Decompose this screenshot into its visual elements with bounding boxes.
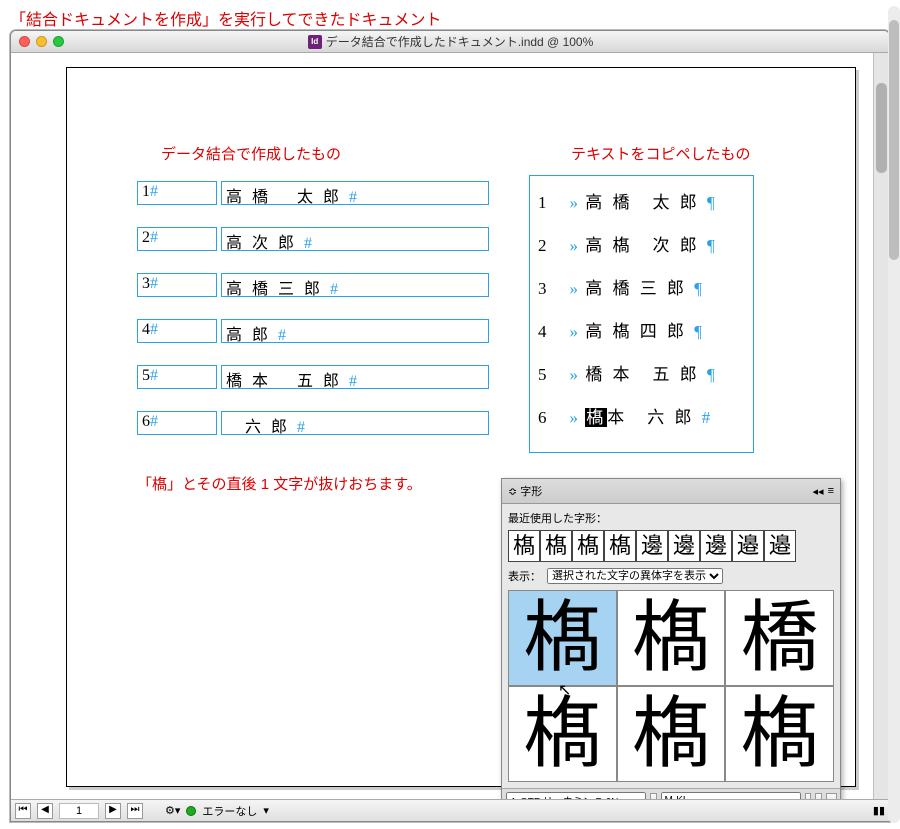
section-title-left: データ結合で作成したもの (161, 143, 341, 164)
merged-column: 1# 高 橋 太 郎 # 2# 高 次 郎 # 3# 高 橋 三 郎 # 4# … (137, 181, 489, 457)
page-next-button[interactable]: ▶ (105, 803, 121, 819)
preflight-status-label: エラーなし (202, 803, 257, 819)
glyph-cell[interactable]: 邉 (764, 530, 796, 562)
table-row: 4# 高 郎 # (137, 319, 489, 343)
text-frame[interactable]: 3# (137, 273, 217, 297)
list-item: 4 » 高 𣘺 四 郎 ¶ (538, 317, 745, 342)
text-frame[interactable]: 高 橋 三 郎 # (221, 273, 489, 297)
page-prev-button[interactable]: ◀ (37, 803, 53, 819)
preflight-status-icon (186, 806, 196, 816)
glyph-cell[interactable]: 𣘺 (572, 530, 604, 562)
text-frame[interactable]: 4# (137, 319, 217, 343)
page-first-button[interactable]: ⏮ (15, 803, 31, 819)
glyph-cell[interactable]: 𣘺 (725, 686, 834, 782)
panel-menu-icon[interactable]: ≡ (828, 485, 834, 498)
glyph-cell[interactable]: 邉 (732, 530, 764, 562)
indesign-icon: Id (308, 35, 322, 49)
text-frame[interactable]: 高 次 郎 # (221, 227, 489, 251)
recent-glyphs-label: 最近使用した字形： (508, 510, 834, 526)
minimize-icon[interactable] (36, 36, 47, 47)
selected-glyph: 𣘺 (585, 408, 607, 427)
scrollbar-vertical[interactable] (873, 53, 889, 799)
panel-title: 字形 (520, 486, 542, 498)
text-frame[interactable]: 高 郎 # (221, 319, 489, 343)
preflight-menu-icon[interactable]: ⚙▾ (165, 804, 180, 817)
glyph-cell[interactable]: 𣘺 (604, 530, 636, 562)
table-row: 5# 橋 本 五 郎 # (137, 365, 489, 389)
glyph-cell[interactable]: 𣘺 (540, 530, 572, 562)
scrollbar-thumb[interactable] (889, 20, 899, 260)
table-row: 6# 六 郎 # (137, 411, 489, 435)
window-title: データ結合で作成したドキュメント.indd @ 100% (326, 33, 594, 50)
glyph-cell[interactable]: 𣘺 (508, 686, 617, 782)
titlebar: Id データ結合で作成したドキュメント.indd @ 100% (11, 31, 889, 53)
glyph-cell[interactable]: 邊 (668, 530, 700, 562)
table-row: 3# 高 橋 三 郎 # (137, 273, 489, 297)
glyph-cell[interactable]: 邊 (700, 530, 732, 562)
glyphs-panel[interactable]: ≎ 字形 ◂◂ ≡ 最近使用した字形： 𣘺 𣘺 𣘺 𣘺 邊 邊 (501, 478, 841, 813)
list-item: 6 » 𣘺本 六 郎 # (538, 403, 745, 428)
statusbar: ⏮ ◀ ▶ ⏭ ⚙▾ エラーなし ▾ ▮▮ (11, 799, 889, 821)
glyph-cell[interactable]: 𣘺 (508, 530, 540, 562)
text-frame[interactable]: 高 橋 太 郎 # (221, 181, 489, 205)
document-canvas[interactable]: データ結合で作成したもの テキストをコピペしたもの 1# 高 橋 太 郎 # 2… (11, 53, 889, 791)
text-frame[interactable]: 1# (137, 181, 217, 205)
annotation-caption: 「結合ドキュメントを作成」を実行してできたドキュメント (0, 0, 900, 34)
page-number-input[interactable] (59, 803, 99, 819)
list-item: 5 » 橋 本 五 郎 ¶ (538, 360, 745, 385)
annotation-note: 「𣘺」とその直後 1 文字が抜けおちます。 (137, 473, 422, 494)
list-item: 3 » 高 橋 三 郎 ¶ (538, 274, 745, 299)
glyph-cell[interactable]: 橋 (725, 590, 834, 686)
view-split-icon[interactable]: ▮▮ (873, 804, 885, 817)
zoom-icon[interactable] (53, 36, 64, 47)
list-item: 1 » 高 橋 太 郎 ¶ (538, 188, 745, 213)
pasted-column[interactable]: 1 » 高 橋 太 郎 ¶ 2 » 高 𣘺 次 郎 ¶ 3 » 高 橋 三 郎 … (529, 175, 754, 453)
text-frame[interactable]: 六 郎 # (221, 411, 489, 435)
close-icon[interactable] (19, 36, 30, 47)
glyph-view-select[interactable]: 選択された文字の異体字を表示 (547, 568, 723, 584)
scrollbar-thumb[interactable] (876, 83, 887, 173)
table-row: 2# 高 次 郎 # (137, 227, 489, 251)
glyph-grid: 𣘺 𣘺 橋 𣘺 𣘺 𣘺 (508, 590, 834, 782)
page-last-button[interactable]: ⏭ (127, 803, 143, 819)
chevron-down-icon[interactable]: ▾ (263, 804, 269, 817)
app-window: Id データ結合で作成したドキュメント.indd @ 100% データ結合で作成… (10, 30, 890, 822)
list-item: 2 » 高 𣘺 次 郎 ¶ (538, 231, 745, 256)
text-frame[interactable]: 橋 本 五 郎 # (221, 365, 489, 389)
glyph-cell[interactable]: 𣘺 (617, 686, 726, 782)
text-frame[interactable]: 5# (137, 365, 217, 389)
text-frame[interactable]: 2# (137, 227, 217, 251)
glyph-cell[interactable]: 𣘺 (508, 590, 617, 686)
section-title-right: テキストをコピペしたもの (571, 143, 751, 164)
glyph-cell[interactable]: 邊 (636, 530, 668, 562)
show-label: 表示： (508, 568, 541, 584)
text-frame[interactable]: 6# (137, 411, 217, 435)
browser-scrollbar[interactable] (888, 6, 900, 823)
panel-collapse-icon[interactable]: ◂◂ (813, 485, 824, 498)
recent-glyphs: 𣘺 𣘺 𣘺 𣘺 邊 邊 邊 邉 邉 (508, 530, 834, 562)
glyph-cell[interactable]: 𣘺 (617, 590, 726, 686)
table-row: 1# 高 橋 太 郎 # (137, 181, 489, 205)
